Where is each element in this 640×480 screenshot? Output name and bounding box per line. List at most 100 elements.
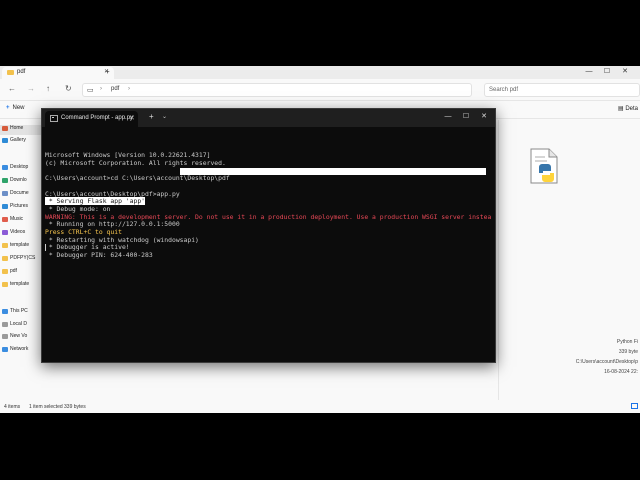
sidebar-item[interactable]: Gallery [0,137,42,147]
path-segment[interactable]: pdf [111,86,119,92]
sidebar-item-label: template [10,242,30,248]
sidebar-item[interactable]: Music [0,216,42,226]
new-button-label: New [12,105,25,111]
file-path: C:\Users\account\Desktop\p [575,359,638,365]
folder-icon [7,70,14,75]
explorer-window-controls: — ☐ ✕ [580,67,634,75]
folder-icon [2,138,8,143]
folder-icon [2,347,8,352]
sidebar-item[interactable]: template [0,281,42,291]
folder-icon [2,191,8,196]
forward-icon[interactable]: → [27,84,35,93]
folder-icon [2,204,8,209]
folder-icon [2,165,8,170]
maximize-icon[interactable]: ☐ [457,112,475,120]
python-file-icon [530,148,558,184]
terminal-title-bar: Command Prompt - app.py ✕ + ⌄ — ☐ ✕ [42,109,495,127]
text-cursor [45,244,46,251]
folder-icon [2,269,8,274]
sidebar-item[interactable]: Docume [0,190,42,200]
new-button[interactable]: + New [6,105,25,111]
terminal-line: * Serving Flask app 'app' [45,197,491,206]
chevron-down-icon[interactable]: ⌄ [162,113,167,120]
sidebar-item[interactable]: This PC [0,308,42,318]
details-button[interactable]: ▤ Deta [618,105,638,112]
sidebar-item-label: Network [10,346,29,352]
new-tab-button[interactable]: + [105,67,110,76]
sidebar-item-label: Pictures [10,203,29,209]
folder-icon [2,178,8,183]
minimize-icon[interactable]: — [439,113,457,120]
sidebar-item[interactable]: Local D [0,321,42,331]
command-prompt-window[interactable]: Command Prompt - app.py ✕ + ⌄ — ☐ ✕ Micros… [41,108,496,363]
chevron-right-icon: › [128,86,130,92]
sidebar-item[interactable]: Desktop [0,164,42,174]
sidebar-item[interactable]: Home [0,125,42,135]
sidebar-item[interactable]: Downlo [0,177,42,187]
sidebar-item[interactable]: Network [0,346,42,356]
sidebar-item[interactable]: PDFPY(CS [0,255,42,265]
back-icon[interactable]: ← [8,84,16,93]
sidebar-item-label: template [10,281,30,287]
folder-icon [2,334,8,339]
sidebar-item[interactable]: Pictures [0,203,42,213]
close-icon[interactable]: ✕ [616,67,634,75]
folder-icon [2,243,8,248]
path-field[interactable]: ▭ › pdf › [82,83,472,97]
terminal-line: C:\Users\account>cd C:\Users\account\Des… [45,174,230,183]
navigation-pane: Home Gallery Desktop Downlo Docume Pictures Mu… [0,120,42,400]
terminal-line: (c) Microsoft Corporation. All rights re… [45,158,226,167]
sidebar-item-label: Home [10,125,24,131]
file-type: Python Fi [616,339,638,345]
minimize-icon[interactable]: — [580,68,598,75]
explorer-tab[interactable]: pdf ✕ [2,67,114,79]
sidebar-item[interactable]: template [0,242,42,252]
details-pane: Python Fi 339 byte C:\Users\account\Desk… [498,120,640,400]
sidebar-item-label: Local D [10,321,27,327]
maximize-icon[interactable]: ☐ [598,67,616,75]
selection-highlight [180,167,486,176]
sidebar-item-label: New Vo [10,333,28,339]
up-icon[interactable]: ↑ [46,84,50,93]
chevron-right-icon: › [100,86,102,92]
close-icon[interactable]: ✕ [475,112,493,120]
plus-icon: + [6,105,10,111]
folder-icon [2,217,8,222]
sidebar-item-label: Music [10,216,24,222]
address-bar: ← → ↑ ↻ ▭ › pdf › Search pdf [0,79,640,101]
sidebar-item-label: Docume [10,190,29,196]
sidebar-item-label: Downlo [10,177,27,183]
view-toggle-icon[interactable] [631,403,638,409]
folder-icon [2,230,8,235]
search-input[interactable]: Search pdf [484,83,640,97]
sidebar-item-label: Desktop [10,164,29,170]
sidebar-item-label: pdf [10,268,17,274]
folder-icon [2,309,8,314]
details-button-label: Deta [625,106,638,112]
terminal-output[interactable]: Microsoft Windows [Version 10.0.22621.43… [45,129,491,361]
refresh-icon[interactable]: ↻ [65,84,72,93]
file-size: 339 byte [618,349,638,355]
terminal-line: * Debugger PIN: 624-400-283 [45,251,153,260]
explorer-tab-bar: pdf ✕ + — ☐ ✕ [0,66,640,79]
sidebar-item-label: Gallery [10,137,26,143]
monitor-icon: ▭ [87,87,94,94]
new-tab-button[interactable]: + [149,112,154,121]
item-count: 4 items [4,404,21,410]
sidebar-item-label: PDFPY(CS [10,255,36,261]
sidebar-item[interactable]: Videos [0,229,42,239]
terminal-icon [50,115,58,122]
folder-icon [2,282,8,287]
terminal-window-controls: — ☐ ✕ [439,112,493,120]
close-icon[interactable]: ✕ [129,114,135,122]
folder-icon [2,126,8,131]
file-date: 16-08-2024 22: [604,369,638,375]
status-bar: 4 items 1 item selected 339 bytes [0,400,640,413]
sidebar-item[interactable]: pdf [0,268,42,278]
folder-icon [2,256,8,261]
sidebar-item[interactable]: New Vo [0,333,42,343]
explorer-tab-title: pdf [17,69,26,75]
terminal-tab-title: Command Prompt - app.py [61,115,134,121]
sidebar-item-label: Videos [10,229,26,235]
terminal-tab[interactable]: Command Prompt - app.py ✕ [45,111,138,127]
